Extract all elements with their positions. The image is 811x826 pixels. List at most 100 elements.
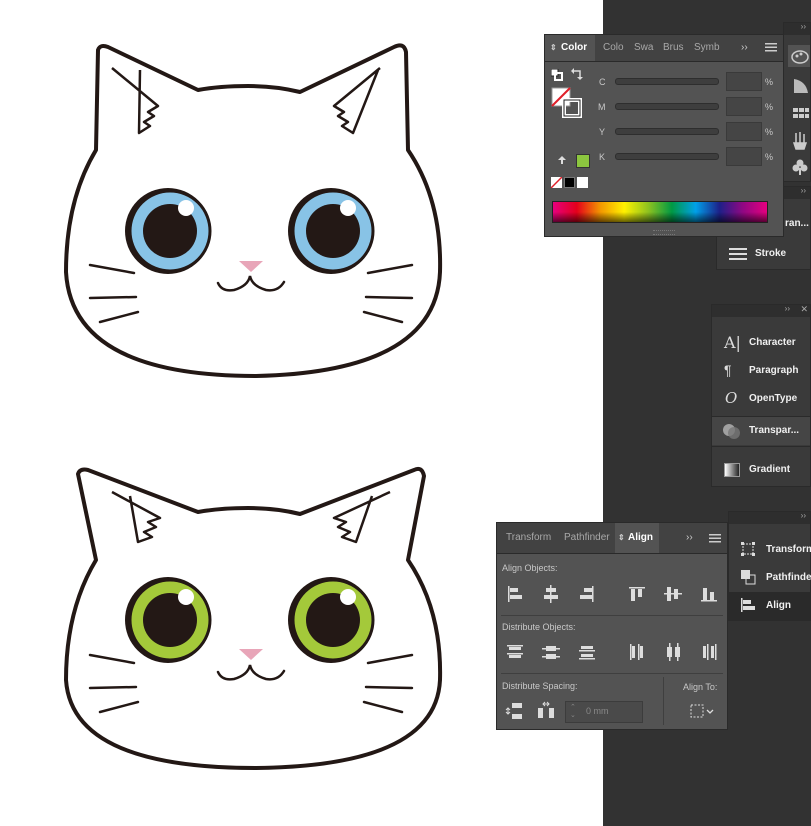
black-swatch[interactable]	[564, 177, 575, 188]
transparency-item[interactable]: Transpar...	[712, 417, 810, 445]
pathfinder-icon	[740, 569, 756, 588]
color-panel: ⇕ Color Colo Swa Brus Symb ›› C % M % Y …	[544, 34, 784, 237]
transform-label: ran...	[785, 218, 809, 229]
panel-expand-icon[interactable]: ››	[741, 42, 748, 53]
channel-m-percent: %	[765, 102, 774, 112]
distribute-vertical-center-icon[interactable]	[540, 641, 562, 663]
align-panel: Transform Pathfinder ⇕ Align ›› Align Ob…	[496, 522, 728, 730]
character-item[interactable]: A| Character	[712, 329, 810, 357]
tab-brushes[interactable]: Brus	[663, 35, 687, 61]
align-icon	[740, 597, 756, 616]
distribute-objects-label: Distribute Objects:	[502, 622, 576, 632]
channel-c-percent: %	[765, 77, 774, 87]
paragraph-item[interactable]: ¶ Paragraph	[712, 357, 810, 385]
character-icon: A|	[724, 333, 741, 352]
distribute-horizontal-center-icon[interactable]	[662, 641, 684, 663]
spacing-value-input[interactable]: ⌃ ⌄ 0 mm	[565, 701, 643, 723]
expand-icon[interactable]: ››	[801, 511, 806, 520]
pathfinder-collapsed-button[interactable]: Pathfinder	[729, 564, 811, 592]
distribute-horizontal-space-icon[interactable]	[535, 700, 557, 722]
close-icon[interactable]: ✕	[800, 304, 808, 315]
collapsed-transform-group: ›› Transform Pathfinder Align	[728, 511, 811, 621]
cat-head-outline	[64, 466, 443, 770]
tab-pathfinder[interactable]: Pathfinder	[564, 523, 614, 553]
channel-y-percent: %	[765, 127, 774, 137]
tab-color-guide[interactable]: Colo	[603, 35, 629, 61]
align-left-icon[interactable]	[504, 583, 526, 605]
cat-blue-eyes[interactable]	[64, 43, 443, 378]
distribute-left-icon[interactable]	[626, 641, 648, 663]
cat-head-outline	[64, 43, 443, 378]
type-panel-group: ›› ✕ A| Character ¶ Paragraph O OpenType…	[711, 304, 811, 487]
none-swatch[interactable]	[550, 176, 563, 189]
paragraph-icon: ¶	[724, 362, 732, 378]
stroke-lines-icon	[729, 246, 747, 265]
panel-menu-icon[interactable]	[709, 533, 721, 546]
channel-y-label: Y	[599, 127, 606, 137]
align-collapsed-button[interactable]: Align	[729, 592, 810, 620]
gradient-wedge-icon[interactable]	[790, 75, 810, 95]
align-top-icon[interactable]	[626, 583, 648, 605]
tab-swatches[interactable]: Swa	[634, 35, 656, 61]
color-spectrum-bar[interactable]	[552, 201, 768, 223]
distribute-top-icon[interactable]	[504, 641, 526, 663]
expand-icon[interactable]: ››	[801, 22, 806, 31]
gradient-item[interactable]: Gradient	[712, 456, 810, 484]
spacing-value-text: 0 mm	[586, 706, 609, 716]
tab-color[interactable]: ⇕ Color	[545, 35, 595, 61]
color-panel-tabs: ⇕ Color Colo Swa Brus Symb ››	[545, 35, 783, 62]
opentype-icon: O	[725, 389, 738, 407]
swap-fill-stroke-icon[interactable]	[571, 68, 583, 83]
cat-green-eyes[interactable]	[64, 466, 443, 770]
expand-icon[interactable]: ››	[785, 304, 790, 313]
gradient-icon	[724, 463, 740, 477]
channel-c-label: C	[599, 77, 606, 87]
distribute-bottom-icon[interactable]	[576, 641, 598, 663]
resize-grip[interactable]	[653, 230, 675, 235]
channel-k-label: K	[599, 152, 606, 162]
stroke-item[interactable]: Stroke	[717, 240, 810, 268]
fill-none-swatch[interactable]	[551, 87, 583, 119]
align-right-icon[interactable]	[576, 583, 598, 605]
channel-m-value[interactable]	[726, 97, 762, 116]
transform-icon	[740, 541, 756, 560]
tools-icon-strip: ››	[783, 22, 811, 182]
distribute-right-icon[interactable]	[698, 641, 720, 663]
expand-icon[interactable]: ››	[801, 186, 806, 195]
channel-c-value[interactable]	[726, 72, 762, 91]
channel-y-value[interactable]	[726, 122, 762, 141]
distribute-spacing-label: Distribute Spacing:	[502, 681, 578, 691]
channel-k-slider[interactable]	[615, 153, 719, 160]
channel-m-label: M	[598, 102, 606, 112]
swatch-grid-icon[interactable]	[790, 103, 810, 123]
tab-symbols[interactable]: Symb	[694, 35, 722, 61]
align-objects-label: Align Objects:	[502, 563, 558, 573]
transform-collapsed-button[interactable]: Transform	[729, 536, 811, 564]
panel-expand-icon[interactable]: ››	[686, 532, 693, 543]
gamut-color-swatch[interactable]	[576, 154, 590, 168]
align-horizontal-center-icon[interactable]	[540, 583, 562, 605]
palette-icon[interactable]	[788, 45, 810, 67]
channel-k-percent: %	[765, 152, 774, 162]
panel-menu-icon[interactable]	[765, 42, 777, 55]
brush-icon[interactable]	[790, 129, 810, 153]
opentype-item[interactable]: O OpenType	[712, 385, 810, 413]
spacing-stepper-icon: ⌃ ⌄	[570, 704, 576, 719]
align-panel-tabs: Transform Pathfinder ⇕ Align ››	[497, 523, 727, 554]
channel-c-slider[interactable]	[615, 78, 719, 85]
channel-k-value[interactable]	[726, 147, 762, 166]
out-of-gamut-arrow-icon[interactable]	[557, 155, 567, 168]
club-symbol-icon[interactable]	[790, 157, 810, 177]
transparency-icon	[722, 422, 742, 443]
default-fill-stroke-icon[interactable]	[550, 68, 563, 84]
align-to-label: Align To:	[683, 682, 718, 692]
align-bottom-icon[interactable]	[698, 583, 720, 605]
tab-align[interactable]: ⇕ Align	[615, 523, 659, 553]
align-vertical-center-icon[interactable]	[662, 583, 684, 605]
align-to-selection-dropdown[interactable]	[687, 700, 717, 722]
channel-y-slider[interactable]	[615, 128, 719, 135]
tab-transform[interactable]: Transform	[506, 523, 558, 553]
distribute-vertical-space-icon[interactable]	[504, 700, 526, 722]
channel-m-slider[interactable]	[615, 103, 719, 110]
white-swatch[interactable]	[577, 177, 588, 188]
